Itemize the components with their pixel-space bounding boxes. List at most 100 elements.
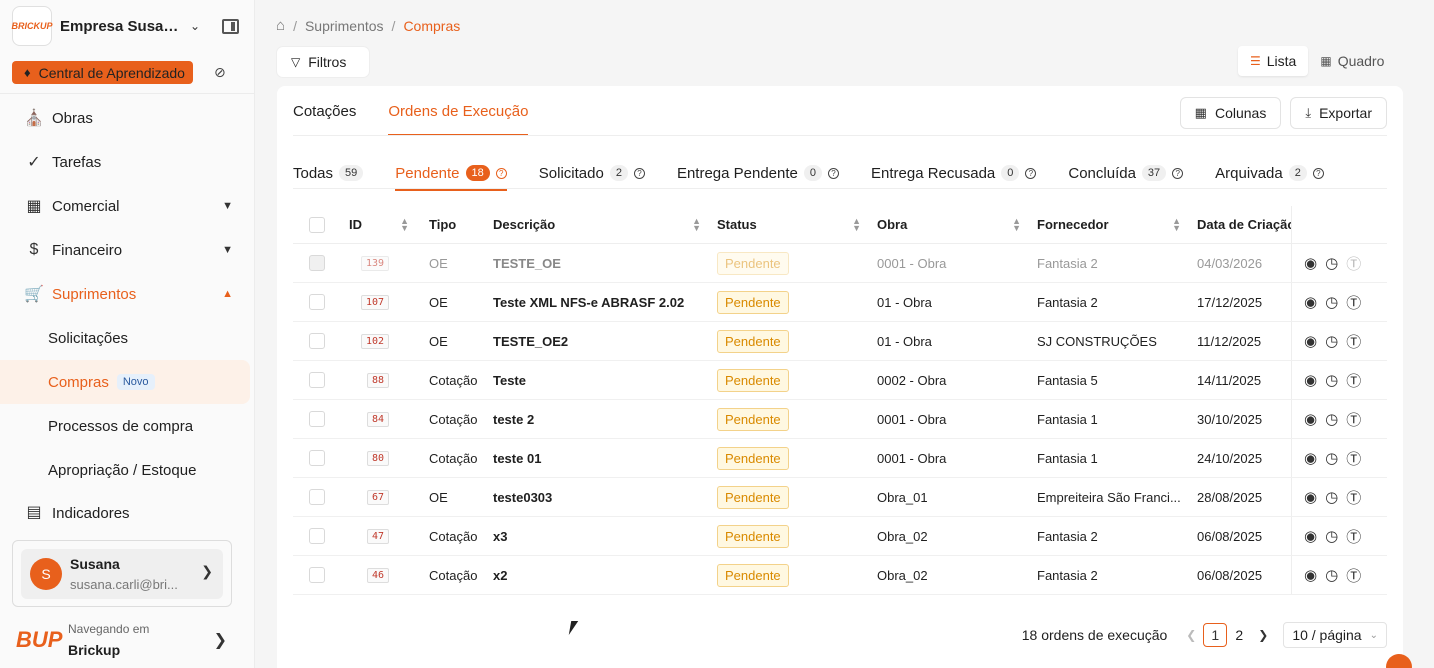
dollar-circle-icon[interactable]: Ⓣ [1346, 292, 1361, 313]
list-view-button[interactable]: ☰ Lista [1238, 46, 1309, 76]
row-descricao[interactable]: TESTE_OE2 [485, 322, 709, 360]
eye-off-icon[interactable]: ⊘ [214, 64, 226, 81]
sidebar-subitem-processos[interactable]: Processos de compra [0, 404, 255, 448]
status-tab-concluida[interactable]: Concluída 37 ? [1068, 158, 1184, 188]
tab-cotacoes[interactable]: Cotações [293, 86, 356, 136]
row-checkbox[interactable] [309, 528, 325, 544]
page-1-button[interactable]: 1 [1203, 623, 1228, 647]
history-icon[interactable]: ◷ [1325, 332, 1338, 350]
dollar-circle-icon[interactable]: Ⓣ [1346, 565, 1361, 586]
row-checkbox[interactable] [309, 294, 325, 310]
header-status[interactable]: Status ▲ ▼ [709, 206, 869, 243]
history-icon[interactable]: ◷ [1325, 254, 1338, 272]
sidebar-subitem-apropriacao[interactable]: Apropriação / Estoque [0, 448, 255, 492]
history-icon[interactable]: ◷ [1325, 449, 1338, 467]
row-checkbox[interactable] [309, 333, 325, 349]
row-checkbox[interactable] [309, 411, 325, 427]
header-descricao[interactable]: Descrição ▲ ▼ [485, 206, 709, 243]
sidebar-item-obras[interactable]: ⛪ Obras [0, 96, 255, 140]
row-descricao[interactable]: x2 [485, 556, 709, 594]
page-size-select[interactable]: 10 / página ⌄ [1283, 622, 1387, 648]
help-icon[interactable]: ? [495, 167, 507, 179]
dollar-circle-icon[interactable]: Ⓣ [1346, 409, 1361, 430]
help-icon[interactable]: ? [1312, 167, 1324, 179]
help-icon[interactable]: ? [1172, 167, 1184, 179]
dollar-circle-icon[interactable]: Ⓣ [1346, 331, 1361, 352]
table-row[interactable]: 139 OE TESTE_OE Pendente 0001 - Obra Fantasia… [293, 244, 1387, 283]
sidebar-item-tarefas[interactable]: ✓ Tarefas [0, 140, 255, 184]
next-page-icon[interactable]: ❯ [1251, 628, 1275, 642]
dollar-circle-icon[interactable]: Ⓣ [1346, 448, 1361, 469]
table-row[interactable]: 102 OE TESTE_OE2 Pendente 01 - Obra SJ CONSTR… [293, 322, 1387, 361]
dollar-circle-icon[interactable]: Ⓣ [1346, 253, 1361, 274]
history-icon[interactable]: ◷ [1325, 488, 1338, 506]
row-checkbox[interactable] [309, 372, 325, 388]
columns-button[interactable]: ▦ Colunas [1179, 97, 1282, 129]
sort-icon[interactable]: ▲ ▼ [400, 216, 409, 232]
history-icon[interactable]: ◷ [1325, 566, 1338, 584]
sort-icon[interactable]: ▲ ▼ [1172, 216, 1181, 232]
history-icon[interactable]: ◷ [1325, 527, 1338, 545]
sidebar-subitem-compras[interactable]: Compras Novo [0, 360, 250, 404]
sort-icon[interactable]: ▲ ▼ [692, 216, 701, 232]
status-tab-todas[interactable]: Todas 59 [293, 158, 364, 188]
header-data[interactable]: Data de Criação [1189, 206, 1291, 243]
table-row[interactable]: 67 OE teste0303 Pendente Obra_01 Empreiteira … [293, 478, 1387, 517]
help-icon[interactable]: ? [1025, 167, 1037, 179]
status-tab-pendente[interactable]: Pendente 18 ? [395, 158, 508, 191]
status-tab-arquivada[interactable]: Arquivada 2 ? [1215, 158, 1324, 188]
breadcrumb-section[interactable]: Suprimentos [305, 18, 384, 34]
sidebar-item-suprimentos[interactable]: 🛒 Suprimentos ▲ [0, 272, 255, 316]
tab-ordens-execucao[interactable]: Ordens de Execução [388, 86, 529, 136]
row-descricao[interactable]: x3 [485, 517, 709, 555]
prev-page-icon[interactable]: ❮ [1179, 628, 1203, 642]
table-row[interactable]: 80 Cotação teste 01 Pendente 0001 - Obra Fant… [293, 439, 1387, 478]
board-view-button[interactable]: ▦ Quadro [1308, 46, 1396, 76]
header-id[interactable]: ID ▲ ▼ [341, 206, 417, 243]
home-icon[interactable]: ⌂ [276, 17, 285, 34]
row-descricao[interactable]: Teste XML NFS-e ABRASF 2.02 [485, 283, 709, 321]
history-icon[interactable]: ◷ [1325, 293, 1338, 311]
user-profile[interactable]: S Susana susana.carli@bri... ❯ [21, 549, 223, 599]
status-tab-solicitado[interactable]: Solicitado 2 ? [539, 158, 645, 188]
table-row[interactable]: 88 Cotação Teste Pendente 0002 - Obra Fantasi… [293, 361, 1387, 400]
eye-icon[interactable]: ◉ [1304, 527, 1317, 545]
help-icon[interactable]: ? [633, 167, 645, 179]
help-icon[interactable]: ? [828, 167, 839, 179]
table-row[interactable]: 107 OE Teste XML NFS-e ABRASF 2.02 Pendente… [293, 283, 1387, 322]
row-checkbox[interactable] [309, 450, 325, 466]
row-checkbox[interactable] [309, 567, 325, 583]
status-tab-entrega-recusada[interactable]: Entrega Recusada 0 ? [871, 158, 1037, 188]
sort-icon[interactable]: ▲ ▼ [1012, 216, 1021, 232]
row-descricao[interactable]: TESTE_OE [485, 244, 709, 282]
table-row[interactable]: 46 Cotação x2 Pendente Obra_02 Fantasia 2 06/0… [293, 556, 1387, 595]
workspace-switcher[interactable]: BUP Navegando em Brickup ❯ [16, 620, 241, 660]
row-descricao[interactable]: teste0303 [485, 478, 709, 516]
learning-center-button[interactable]: ♦ Central de Aprendizado [12, 61, 193, 84]
history-icon[interactable]: ◷ [1325, 371, 1338, 389]
eye-icon[interactable]: ◉ [1304, 254, 1317, 272]
chevron-down-icon[interactable]: ⌄ [190, 19, 200, 33]
table-row[interactable]: 47 Cotação x3 Pendente Obra_02 Fantasia 2 06/0… [293, 517, 1387, 556]
export-button[interactable]: ⤓ Exportar [1290, 97, 1387, 129]
table-row[interactable]: 84 Cotação teste 2 Pendente 0001 - Obra Fanta… [293, 400, 1387, 439]
row-descricao[interactable]: teste 2 [485, 400, 709, 438]
row-descricao[interactable]: Teste [485, 361, 709, 399]
eye-icon[interactable]: ◉ [1304, 371, 1317, 389]
dollar-circle-icon[interactable]: Ⓣ [1346, 526, 1361, 547]
chat-button[interactable] [1386, 654, 1412, 668]
eye-icon[interactable]: ◉ [1304, 410, 1317, 428]
eye-icon[interactable]: ◉ [1304, 449, 1317, 467]
dollar-circle-icon[interactable]: Ⓣ [1346, 487, 1361, 508]
eye-icon[interactable]: ◉ [1304, 332, 1317, 350]
user-card[interactable]: S Susana susana.carli@bri... ❯ [12, 540, 232, 607]
row-checkbox[interactable] [309, 489, 325, 505]
filters-button[interactable]: ▽ Filtros [277, 47, 369, 77]
eye-icon[interactable]: ◉ [1304, 566, 1317, 584]
company-switcher[interactable]: BRICKUP Empresa Susan... ⌄ [12, 6, 247, 46]
page-2-button[interactable]: 2 [1227, 623, 1251, 647]
sidebar-item-comercial[interactable]: ▦ Comercial ▼ [0, 184, 255, 228]
header-obra[interactable]: Obra ▲ ▼ [869, 206, 1029, 243]
sidebar-item-financeiro[interactable]: $ Financeiro ▼ [0, 228, 255, 272]
eye-icon[interactable]: ◉ [1304, 293, 1317, 311]
